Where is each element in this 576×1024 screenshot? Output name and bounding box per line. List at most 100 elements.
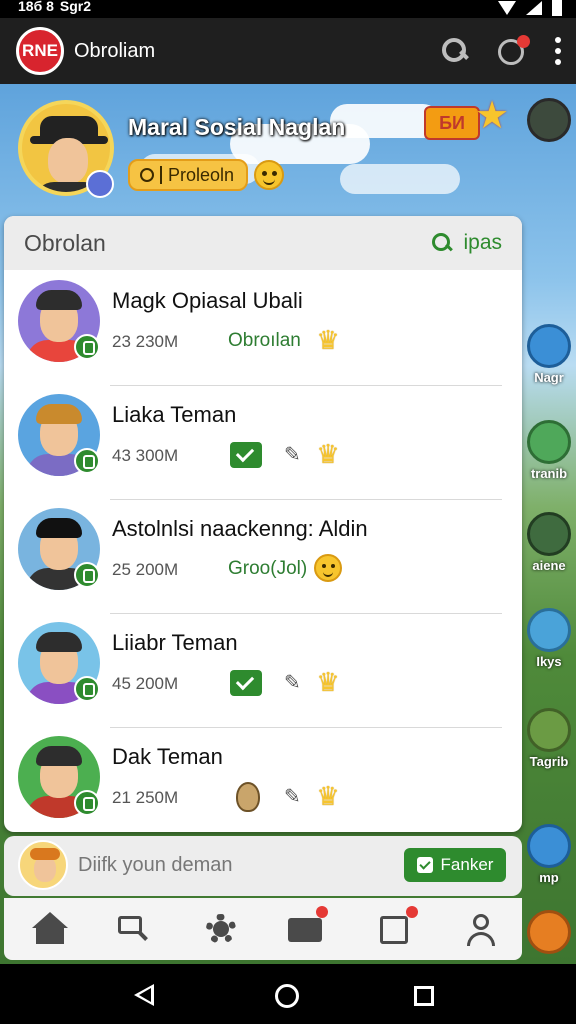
recent-apps-icon[interactable] [414,986,434,1006]
check-icon [416,857,433,873]
app-bar: RNE Obroliam [0,18,576,84]
chat-list-item[interactable]: Dak Teman 21 250M ✎ ♛ [4,728,522,832]
home-icon[interactable] [30,910,70,950]
mail-icon[interactable] [286,906,328,950]
chat-list-item[interactable]: Magk Opiasal Ubali 23 230M Obroılan ♛ [4,272,522,386]
game-sidebar-item[interactable] [525,98,573,142]
game-sidebar-item[interactable]: Nagr [525,324,573,385]
chat-list-item[interactable]: Liaka Teman 43 300M ✎ ♛ [4,386,522,500]
game-sidebar-label: Tagrib [529,754,569,769]
profile-name: Maral Sosial Naglan [128,114,346,140]
edit-icon[interactable]: ✎ [284,444,304,466]
game-sidebar-label: aiene [532,558,566,573]
panel-search-button[interactable]: ipas [431,231,502,255]
chat-meta: 43 300M [112,446,179,465]
search-icon [431,232,453,254]
app-title: Obroliam [74,39,156,62]
chat-name: Dak Teman [112,744,223,769]
battery-icon [552,0,562,16]
chat-list-item[interactable]: Astolnlsi naackenng: Aldin 25 200M Groo(… [4,500,522,614]
reward-icon: ♛ [316,325,340,355]
chat-list-item[interactable]: Liiabr Teman 45 200M ✎ ♛ [4,614,522,728]
chat-meta: 45 200M [112,674,179,693]
more-options-icon[interactable] [554,37,562,65]
message-input-bar: Diifk youn deman Fanker [4,836,522,896]
edit-icon[interactable]: ✎ [284,786,304,808]
panel-header: Obrolan ipas [4,216,522,270]
chat-name: Astolnlsi naackenng: Aldin [112,516,368,541]
back-icon[interactable] [134,984,154,1006]
profile-chip-label: Proleoln [168,164,235,185]
chat-meta: 21 250M [112,788,179,807]
profile-icon[interactable] [462,910,502,950]
fish-icon [527,910,571,954]
game-sidebar-item[interactable]: aiene [525,512,573,573]
search-icon[interactable] [440,36,470,66]
game-sidebar-item[interactable] [525,910,573,954]
game-sidebar: Nagr tranib aiene Ikys Tagrib mp [523,84,576,964]
game-sidebar-label: mp [539,870,559,885]
game-sidebar-item[interactable]: tranib [525,420,573,481]
checkbox-icon[interactable] [230,442,262,468]
game-sidebar-item[interactable]: Tagrib [525,708,573,769]
status-carrier: Sgr2 [59,0,92,14]
app-logo[interactable]: RNE [16,27,64,75]
status-time: 18б 8 [18,0,54,14]
online-badge-icon [74,448,100,474]
chat-name: Liiabr Teman [112,630,238,655]
game-sidebar-item[interactable]: Ikys [525,608,573,669]
clock-icon [140,168,154,182]
chat-search-icon[interactable] [114,910,154,950]
send-button-label: Fanker [440,855,494,874]
notification-icon[interactable] [496,35,530,67]
edit-icon[interactable]: ✎ [284,672,304,694]
game-sidebar-item[interactable]: mp [525,824,573,885]
signal-icon [526,1,542,15]
user-avatar[interactable] [18,840,68,890]
bottom-navigation [4,898,522,960]
panel-search-label: ipas [463,231,502,254]
chat-list-panel: Obrolan ipas Magk Opiasal Ubali 23 230M … [4,216,522,832]
notification-dot [517,35,530,48]
status-right [498,0,562,16]
game-sidebar-label: Nagr [534,370,564,385]
status-left: 18б 8 Sgr2 [18,0,91,14]
pet-icon [527,708,571,752]
mail-badge [316,906,328,918]
home-circle-icon[interactable] [275,984,299,1008]
smiley-icon [254,160,284,190]
send-button[interactable]: Fanker [404,848,506,882]
system-navigation [0,964,576,1024]
message-input[interactable]: Diifk youn deman [78,854,233,877]
panel-title: Obrolan [24,229,106,256]
online-badge-icon [74,676,100,702]
chat-meta: 23 230M [112,332,179,351]
star-icon: ★ [474,95,510,137]
reward-icon: ♛ [316,439,340,469]
gear-icon[interactable] [202,910,242,950]
chat-name: Liaka Teman [112,402,237,427]
online-badge-icon [74,334,100,360]
character-icon [527,512,571,556]
avatar-badge-icon [86,170,114,198]
chat-status: Groo(Jol) [228,558,308,579]
task-badge [406,906,418,918]
game-sidebar-label: tranib [530,466,568,481]
seed-icon [236,782,260,812]
chat-status: Obroılan [228,330,301,351]
chat-name: Magk Opiasal Ubali [112,288,303,313]
status-bar: 18б 8 Sgr2 [0,0,576,18]
checkbox-icon[interactable] [230,670,262,696]
reward-icon: ♛ [316,781,340,811]
app-actions [440,18,562,84]
reward-icon: ♛ [316,667,340,697]
task-icon[interactable] [376,906,418,950]
tablet-icon [527,420,571,464]
game-sidebar-label: Ikys [536,654,562,669]
smiley-icon [314,554,342,582]
chat-meta: 25 200M [112,560,179,579]
profile-status-chip[interactable]: Proleoln [128,159,249,191]
online-badge-icon [74,562,100,588]
online-badge-icon [74,790,100,816]
tools-icon [527,608,571,652]
